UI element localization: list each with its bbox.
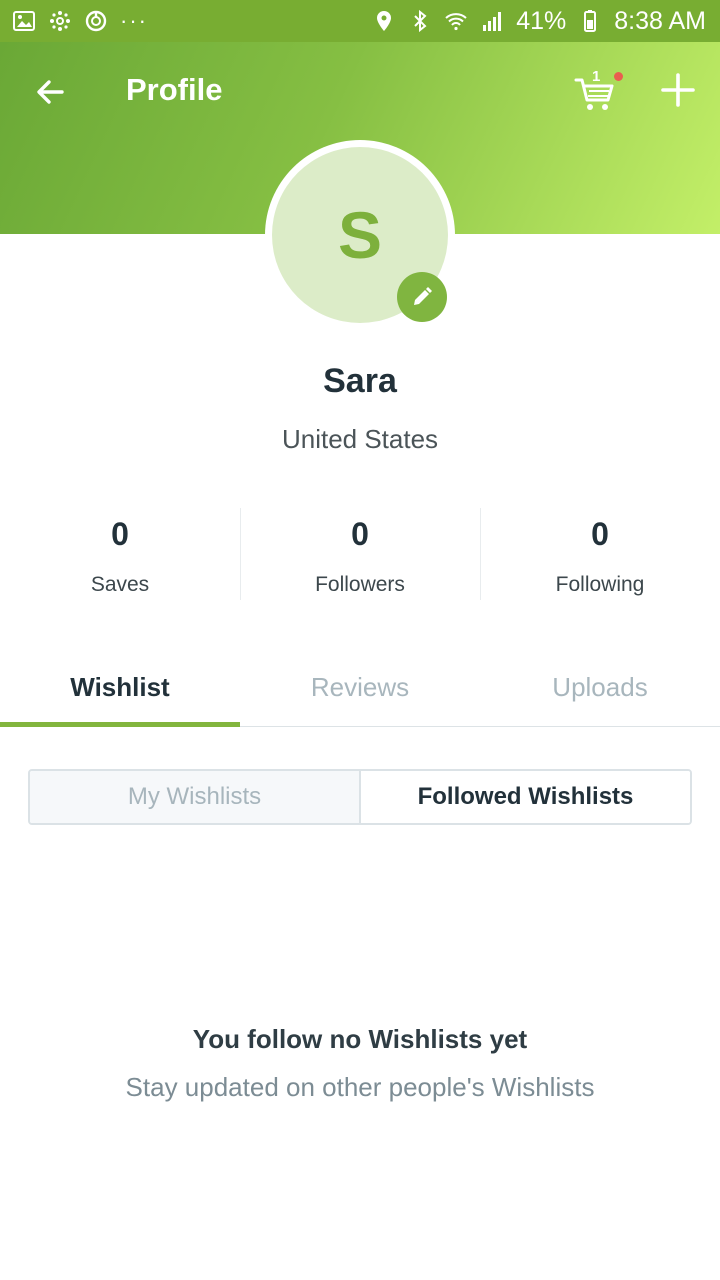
- location-icon: [372, 9, 396, 33]
- empty-state-subtitle: Stay updated on other people's Wishlists: [125, 1072, 595, 1102]
- stats-row: 0 Saves 0 Followers 0 Following: [0, 506, 720, 602]
- stat-value: 0: [111, 516, 129, 552]
- back-button[interactable]: [30, 72, 70, 112]
- profile-country: United States: [281, 424, 439, 454]
- battery-icon: [578, 9, 602, 33]
- edit-profile-button[interactable]: [397, 272, 447, 322]
- notification-dot: [614, 72, 623, 81]
- more-notifications-indicator: ···: [120, 8, 148, 33]
- status-bar: ··· 41% 8:38 AM: [0, 0, 720, 42]
- status-bar-right: 41% 8:38 AM: [372, 7, 706, 36]
- my-wishlists-button[interactable]: My Wishlists: [30, 771, 361, 823]
- ring-icon: [84, 9, 108, 33]
- bluetooth-icon: [408, 9, 432, 33]
- cart-button[interactable]: 1: [572, 68, 623, 114]
- tab-wishlist[interactable]: Wishlist: [0, 660, 240, 727]
- add-button[interactable]: [658, 70, 698, 110]
- stat-following[interactable]: 0 Following: [480, 506, 720, 602]
- profile-screen: ··· 41% 8:38 AM Profile 1 S Sara United …: [0, 0, 720, 1280]
- status-bar-left: ···: [12, 8, 148, 34]
- wifi-icon: [444, 9, 468, 33]
- signal-icon: [480, 9, 504, 33]
- stat-saves[interactable]: 0 Saves: [0, 506, 240, 602]
- stat-value: 0: [351, 516, 369, 552]
- gallery-icon: [12, 9, 36, 33]
- clock: 8:38 AM: [614, 6, 706, 35]
- plus-icon: [661, 73, 695, 107]
- stat-label: Saves: [90, 573, 150, 596]
- battery-percent: 41%: [516, 6, 567, 35]
- tab-reviews[interactable]: Reviews: [240, 660, 480, 726]
- empty-state-title: You follow no Wishlists yet: [192, 1024, 528, 1054]
- stat-value: 0: [591, 516, 609, 552]
- profile-name: Sara: [323, 362, 397, 400]
- followed-wishlists-button[interactable]: Followed Wishlists: [361, 771, 690, 823]
- stat-label: Followers: [315, 573, 405, 596]
- wishlist-segmented-control: My Wishlists Followed Wishlists: [28, 769, 692, 825]
- stat-followers[interactable]: 0 Followers: [240, 506, 480, 602]
- tab-uploads[interactable]: Uploads: [480, 660, 720, 726]
- flower-icon: [48, 9, 72, 33]
- stat-label: Following: [555, 573, 645, 596]
- profile-tabs: Wishlist Reviews Uploads: [0, 660, 720, 727]
- cart-count-badge: 1: [592, 68, 601, 85]
- arrow-left-icon: [37, 80, 64, 104]
- pencil-icon: [414, 287, 432, 305]
- page-title: Profile: [126, 72, 223, 107]
